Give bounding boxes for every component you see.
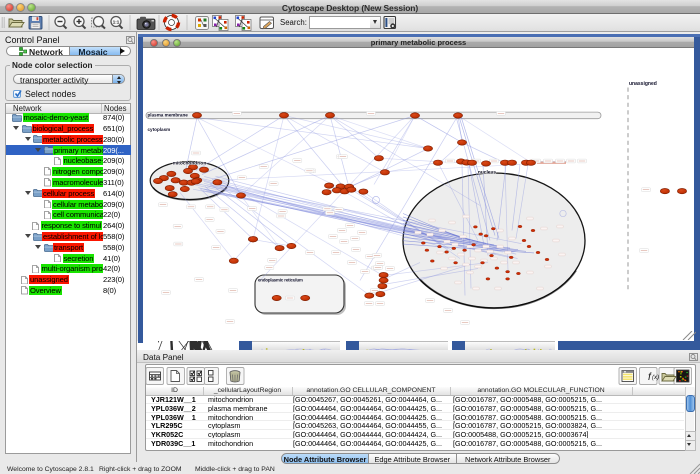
- svg-text:unassigned: unassigned: [629, 81, 657, 87]
- svg-text:nucleus: nucleus: [478, 169, 496, 175]
- svg-text:cytoplasm: cytoplasm: [148, 127, 171, 132]
- svg-text:(x): (x): [652, 375, 659, 381]
- svg-text:mitochondrion: mitochondrion: [173, 160, 207, 166]
- svg-text:plasma membrane: plasma membrane: [148, 112, 189, 117]
- svg-text:1:1: 1:1: [113, 20, 120, 25]
- svg-text:endoplasmic reticulum: endoplasmic reticulum: [258, 277, 303, 282]
